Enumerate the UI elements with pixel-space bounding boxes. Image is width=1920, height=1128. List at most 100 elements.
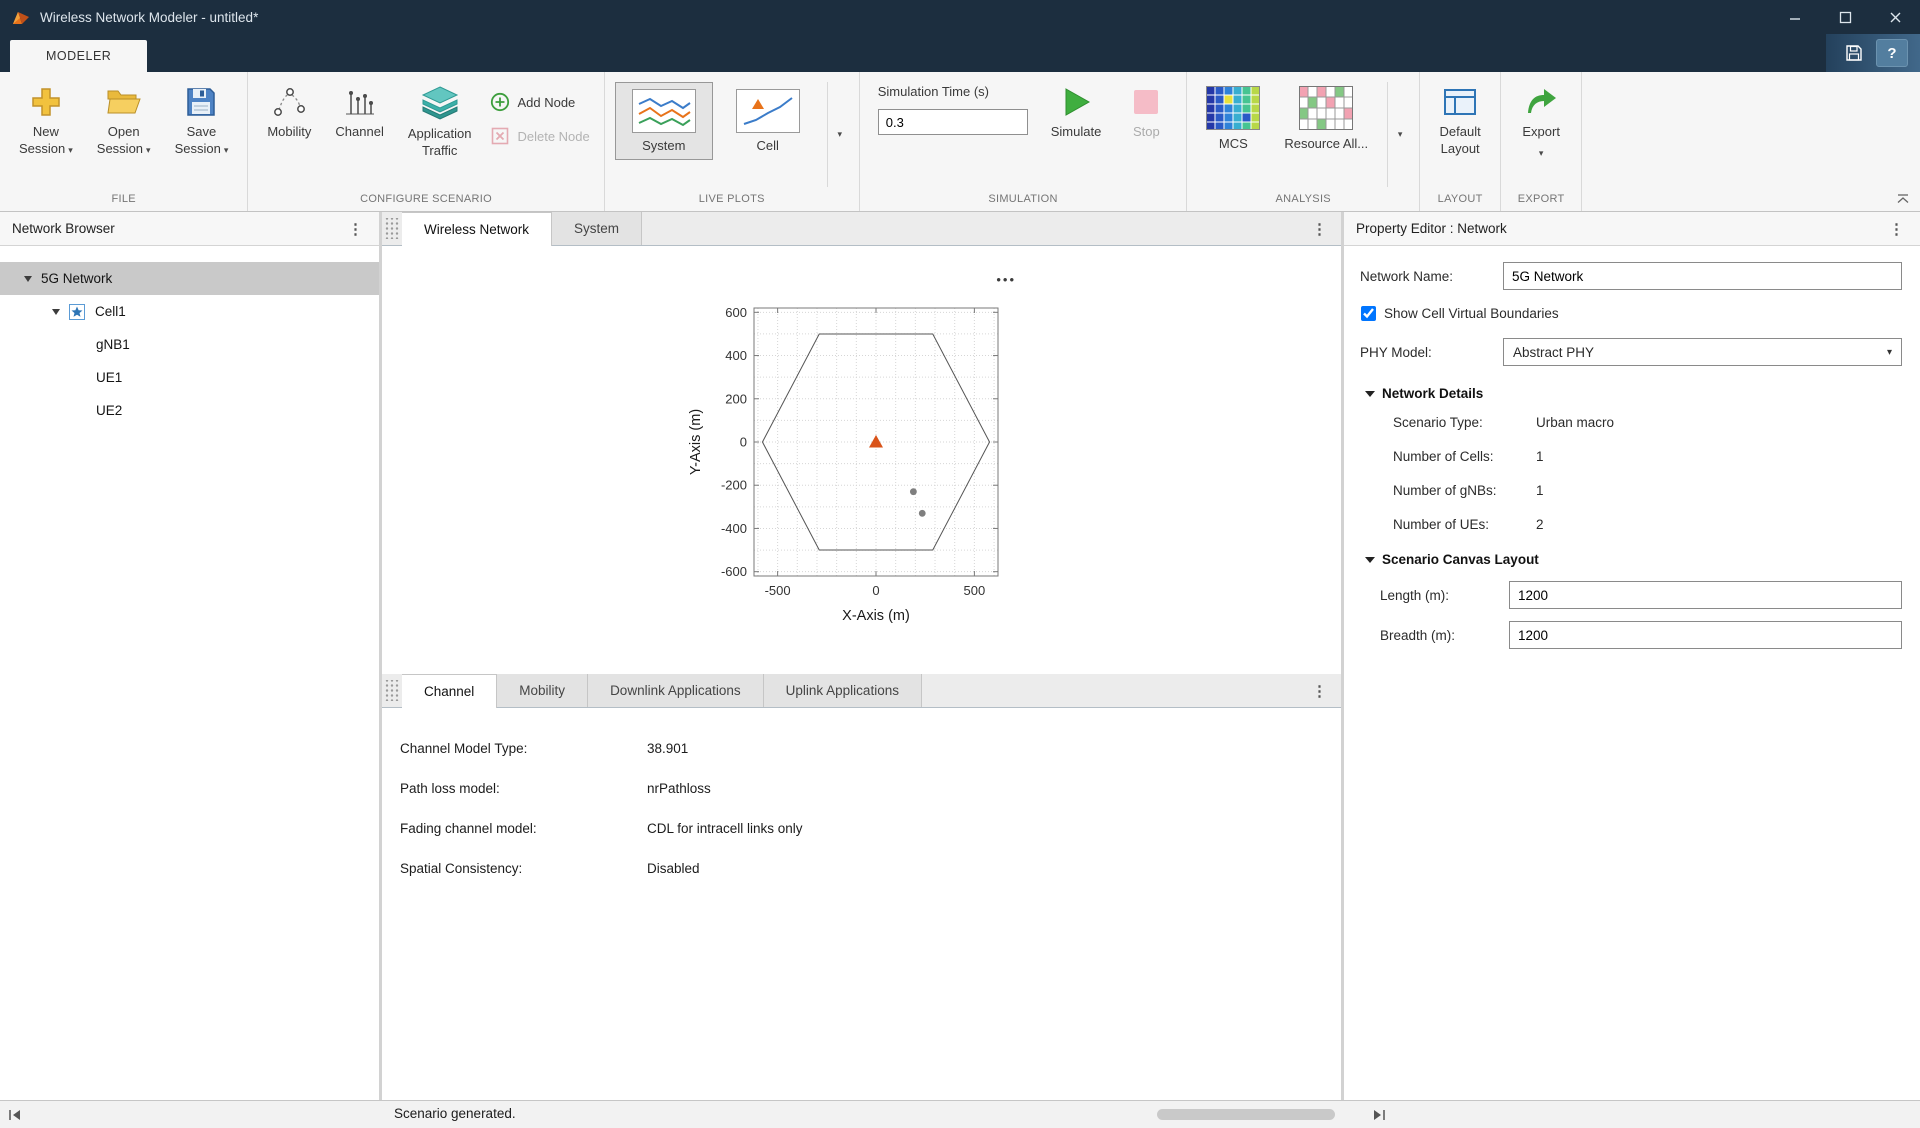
help-button[interactable]: ? bbox=[1876, 39, 1908, 67]
window-controls bbox=[1770, 0, 1920, 34]
simulation-time-input[interactable] bbox=[878, 109, 1028, 135]
svg-text:600: 600 bbox=[725, 305, 747, 320]
ribbon-section-configure-scenario: Mobility Channel Application Traffic Add… bbox=[248, 72, 604, 211]
tree-item-5g-network[interactable]: 5G Network bbox=[0, 262, 379, 295]
scroll-to-end-icon[interactable] bbox=[1372, 1109, 1386, 1121]
plot-options-icon[interactable]: ••• bbox=[996, 272, 1016, 287]
scroll-to-start-icon[interactable] bbox=[8, 1109, 22, 1121]
detail-label: Scenario Type: bbox=[1393, 415, 1536, 430]
status-bar: Scenario generated. bbox=[0, 1100, 1920, 1128]
ribbon-section-export: Export ▾ EXPORT bbox=[1501, 72, 1582, 211]
system-plot-label: System bbox=[642, 138, 685, 155]
add-node-icon bbox=[490, 92, 510, 112]
document-tabbar: Wireless Network System ⋮ bbox=[382, 212, 1341, 246]
config-tabbar-menu-icon[interactable]: ⋮ bbox=[1308, 682, 1331, 700]
channel-properties: Channel Model Type: 38.901 Path loss mod… bbox=[382, 708, 1341, 1100]
property-value: nrPathloss bbox=[647, 781, 711, 796]
resource-allocation-button[interactable]: Resource All... bbox=[1275, 82, 1377, 157]
collapse-ribbon-button[interactable] bbox=[1896, 193, 1910, 205]
mobility-label: Mobility bbox=[267, 124, 311, 141]
svg-text:-500: -500 bbox=[765, 583, 791, 598]
phy-model-dropdown[interactable]: Abstract PHY ▾ bbox=[1503, 338, 1902, 366]
ribbon-section-file: New Session▾ Open Session▾ Save Session▾… bbox=[0, 72, 248, 211]
tab-channel[interactable]: Channel bbox=[402, 674, 497, 708]
detail-row: Number of Cells: 1 bbox=[1393, 449, 1902, 464]
tab-wireless-network[interactable]: Wireless Network bbox=[402, 212, 552, 246]
length-input[interactable] bbox=[1509, 581, 1902, 609]
new-session-icon bbox=[30, 86, 62, 118]
live-plots-gallery-dropdown[interactable]: ▾ bbox=[827, 82, 849, 187]
panel-drag-handle[interactable] bbox=[384, 218, 400, 239]
tree-expander-icon[interactable] bbox=[52, 309, 60, 315]
network-name-input[interactable] bbox=[1503, 262, 1902, 290]
scenario-canvas-layout-section-header[interactable]: Scenario Canvas Layout bbox=[1365, 552, 1902, 567]
dropdown-caret-icon: ▾ bbox=[837, 129, 842, 140]
property-row: Path loss model: nrPathloss bbox=[382, 768, 1341, 808]
system-plot-button[interactable]: System bbox=[615, 82, 713, 160]
tab-mobility[interactable]: Mobility bbox=[497, 674, 588, 707]
document-tabbar-menu-icon[interactable]: ⋮ bbox=[1308, 220, 1331, 238]
tab-system[interactable]: System bbox=[552, 212, 642, 245]
show-cell-virtual-boundaries-checkbox[interactable] bbox=[1361, 306, 1376, 321]
quick-save-button[interactable] bbox=[1838, 39, 1870, 67]
application-traffic-label: Application Traffic bbox=[408, 126, 472, 160]
channel-button[interactable]: Channel bbox=[326, 82, 392, 145]
tree-item-ue2[interactable]: UE2 bbox=[0, 394, 379, 427]
svg-text:500: 500 bbox=[964, 583, 986, 598]
titlebar: Wireless Network Modeler - untitled* bbox=[0, 0, 1920, 34]
network-browser-menu-icon[interactable]: ⋮ bbox=[344, 220, 367, 238]
simulate-label: Simulate bbox=[1051, 124, 1102, 141]
tree-item-cell1[interactable]: Cell1 bbox=[0, 295, 379, 328]
tab-modeler[interactable]: MODELER bbox=[10, 40, 147, 72]
default-layout-button[interactable]: Default Layout bbox=[1430, 82, 1490, 162]
analysis-gallery-dropdown[interactable]: ▾ bbox=[1387, 82, 1409, 187]
application-traffic-button[interactable]: Application Traffic bbox=[399, 82, 481, 164]
property-editor-panel: Property Editor : Network ⋮ Network Name… bbox=[1344, 212, 1920, 1100]
property-label: Channel Model Type: bbox=[400, 741, 647, 756]
export-button[interactable]: Export ▾ bbox=[1511, 82, 1571, 163]
minimize-button[interactable] bbox=[1770, 0, 1820, 34]
network-plot-container: ••• -5000500-600-400-2000200400600X-Axis… bbox=[668, 272, 1060, 644]
tab-uplink-applications[interactable]: Uplink Applications bbox=[764, 674, 922, 707]
close-button[interactable] bbox=[1870, 0, 1920, 34]
application-traffic-icon bbox=[420, 86, 460, 120]
status-message: Scenario generated. bbox=[394, 1106, 516, 1121]
open-session-button[interactable]: Open Session▾ bbox=[88, 82, 160, 162]
tree-item-label: UE1 bbox=[96, 370, 122, 385]
mcs-heatmap-icon bbox=[1206, 86, 1260, 130]
mcs-button[interactable]: MCS bbox=[1197, 82, 1269, 157]
quick-access-toolbar: ? bbox=[1826, 34, 1920, 72]
save-session-button[interactable]: Save Session▾ bbox=[166, 82, 238, 162]
svg-text:200: 200 bbox=[725, 391, 747, 406]
dropdown-caret-icon: ▾ bbox=[1887, 347, 1892, 358]
cell-plot-button[interactable]: Cell bbox=[719, 82, 817, 160]
svg-text:-600: -600 bbox=[721, 564, 747, 579]
detail-value: 1 bbox=[1536, 483, 1544, 498]
add-node-button[interactable]: Add Node bbox=[490, 92, 589, 112]
tree-item-label: Cell1 bbox=[95, 304, 126, 319]
tab-label: Downlink Applications bbox=[610, 683, 741, 698]
tree-item-label: UE2 bbox=[96, 403, 122, 418]
tree-item-gnb1[interactable]: gNB1 bbox=[0, 328, 379, 361]
section-collapse-icon bbox=[1365, 557, 1375, 563]
network-details-section-header[interactable]: Network Details bbox=[1365, 386, 1902, 401]
new-session-button[interactable]: New Session▾ bbox=[10, 82, 82, 162]
tab-downlink-applications[interactable]: Downlink Applications bbox=[588, 674, 764, 707]
matlab-logo-icon bbox=[12, 10, 30, 25]
restore-button[interactable] bbox=[1820, 0, 1870, 34]
horizontal-scrollbar-thumb[interactable] bbox=[1157, 1109, 1335, 1120]
config-tabbar: Channel Mobility Downlink Applications U… bbox=[382, 674, 1341, 708]
mobility-button[interactable]: Mobility bbox=[258, 82, 320, 145]
dropdown-caret-icon: ▾ bbox=[1539, 148, 1544, 159]
property-row: Fading channel model: CDL for intracell … bbox=[382, 808, 1341, 848]
svg-text:400: 400 bbox=[725, 348, 747, 363]
tree-item-ue1[interactable]: UE1 bbox=[0, 361, 379, 394]
panel-drag-handle[interactable] bbox=[384, 680, 400, 701]
breadth-input[interactable] bbox=[1509, 621, 1902, 649]
add-node-label: Add Node bbox=[517, 95, 575, 110]
scenario-canvas[interactable]: ••• -5000500-600-400-2000200400600X-Axis… bbox=[382, 246, 1341, 674]
network-plot[interactable]: -5000500-600-400-2000200400600X-Axis (m)… bbox=[668, 292, 1060, 644]
tree-expander-icon[interactable] bbox=[24, 276, 32, 282]
property-editor-menu-icon[interactable]: ⋮ bbox=[1885, 220, 1908, 238]
simulate-button[interactable]: Simulate bbox=[1042, 82, 1111, 145]
